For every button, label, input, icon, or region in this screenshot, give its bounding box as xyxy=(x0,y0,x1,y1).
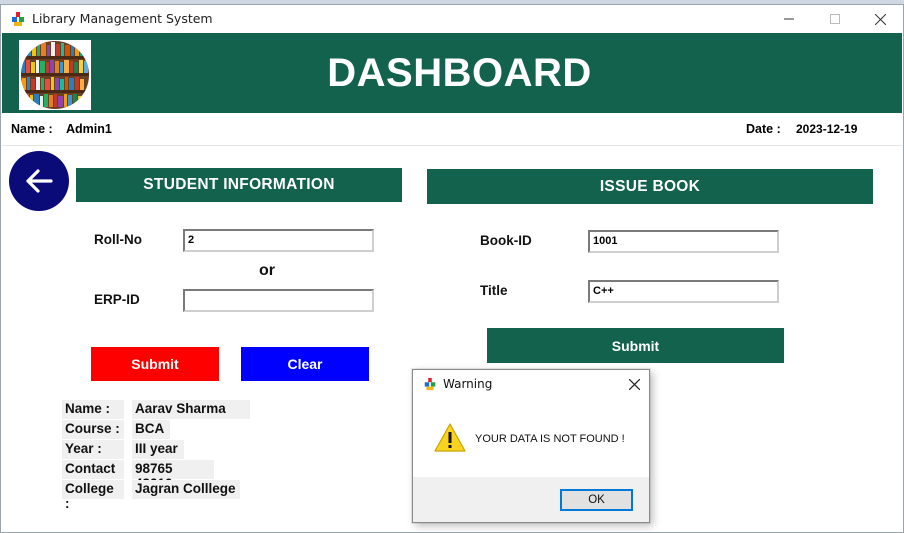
book-id-input[interactable]: 1001 xyxy=(588,230,779,253)
issue-submit-button[interactable]: Submit xyxy=(487,328,784,363)
app-icon xyxy=(12,12,24,26)
issue-book-heading: ISSUE BOOK xyxy=(427,169,873,204)
ok-button[interactable]: OK xyxy=(560,489,633,511)
student-information-heading: STUDENT INFORMATION xyxy=(76,168,402,202)
back-button[interactable] xyxy=(9,151,69,211)
result-name-label: Name : xyxy=(62,400,124,419)
result-college-value: Jagran Colllege xyxy=(132,480,240,499)
maximize-button[interactable] xyxy=(812,5,858,33)
name-value: Admin1 xyxy=(66,122,112,136)
title-bar: Library Management System xyxy=(1,5,903,33)
roll-no-label: Roll-No xyxy=(94,232,142,247)
minimize-icon xyxy=(784,18,794,20)
or-label: or xyxy=(259,262,275,279)
title-label: Title xyxy=(480,283,508,298)
clear-button[interactable]: Clear xyxy=(241,347,369,381)
result-year-value: III year xyxy=(132,440,184,459)
minimize-button[interactable] xyxy=(766,5,812,33)
result-year-label: Year : xyxy=(62,440,124,459)
erp-id-input[interactable] xyxy=(183,289,374,312)
window-title: Library Management System xyxy=(32,11,213,26)
dialog-body: Warning YOUR DATA IS NOT FOUND ! xyxy=(413,370,649,477)
close-button[interactable] xyxy=(857,5,903,33)
result-college-label: College : xyxy=(62,480,124,511)
dialog-close-button[interactable] xyxy=(623,374,645,394)
name-label: Name : xyxy=(11,122,53,136)
maximize-icon xyxy=(830,14,840,24)
info-bar: Name : Admin1 Date : 2023-12-19 xyxy=(2,113,902,146)
result-course-label: Course : xyxy=(62,420,124,439)
close-icon xyxy=(874,13,886,25)
result-name-value: Aarav Sharma xyxy=(132,400,250,419)
dialog-message: YOUR DATA IS NOT FOUND ! xyxy=(475,433,625,445)
result-contact-value: 98765 43210 xyxy=(132,460,214,491)
dialog-title: Warning xyxy=(443,377,493,391)
book-id-label: Book-ID xyxy=(480,233,532,248)
page-title: DASHBOARD xyxy=(327,51,592,95)
title-input[interactable]: C++ xyxy=(588,280,779,303)
close-icon xyxy=(628,378,640,390)
result-contact-label: Contact : xyxy=(62,460,124,491)
warning-dialog: Warning YOUR DATA IS NOT FOUND ! OK xyxy=(412,369,650,523)
result-course-value: BCA xyxy=(132,420,170,439)
arrow-left-icon xyxy=(26,169,53,193)
erp-id-label: ERP-ID xyxy=(94,292,140,307)
date-value: 2023-12-19 xyxy=(796,122,858,136)
warning-icon xyxy=(434,423,466,452)
student-submit-button[interactable]: Submit xyxy=(91,347,219,381)
date-label: Date : xyxy=(746,122,781,136)
app-icon xyxy=(424,377,436,391)
roll-no-input[interactable]: 2 xyxy=(183,229,374,252)
dashboard-banner: DASHBOARD xyxy=(2,33,902,113)
